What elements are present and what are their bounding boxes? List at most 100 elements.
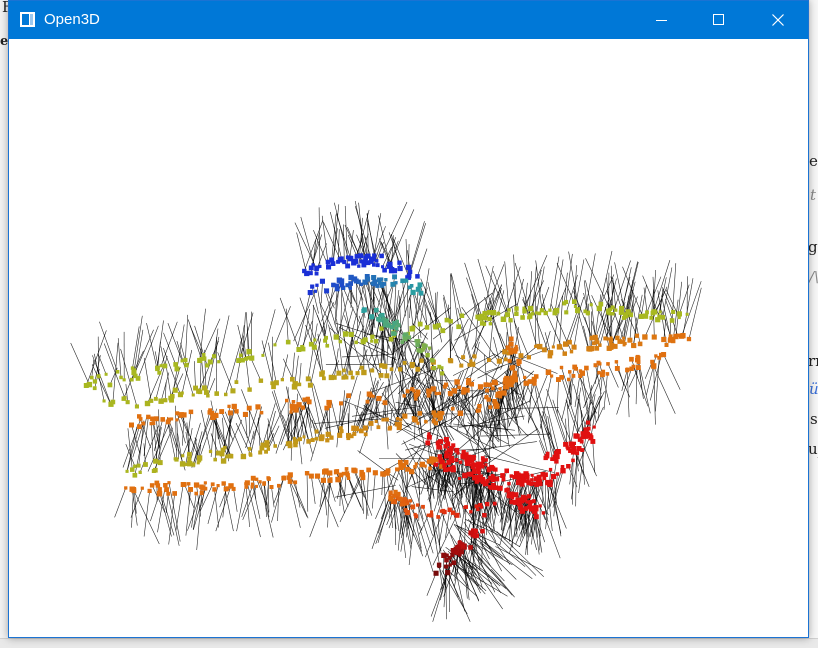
cloud-point <box>337 433 342 438</box>
cloud-point <box>315 430 319 434</box>
cloud-point <box>373 470 378 475</box>
cloud-point <box>157 491 163 497</box>
cloud-point <box>419 359 423 363</box>
window-titlebar[interactable]: Open3D <box>9 1 808 39</box>
cloud-point <box>448 448 452 452</box>
cloud-point <box>392 494 396 498</box>
cloud-point <box>448 508 452 512</box>
normal-line <box>318 243 327 267</box>
cloud-point <box>390 325 395 330</box>
cloud-point <box>571 459 575 463</box>
minimize-button[interactable] <box>633 1 691 39</box>
normal-line <box>272 487 275 507</box>
cloud-point <box>331 262 334 265</box>
cloud-point <box>158 460 163 465</box>
normal-line <box>182 350 192 393</box>
cloud-point <box>323 339 327 343</box>
cloud-point <box>455 513 460 518</box>
cloud-point <box>286 340 291 345</box>
cloud-point <box>212 487 216 491</box>
cloud-point <box>505 312 510 317</box>
cloud-point <box>456 324 461 329</box>
normal-line <box>218 352 233 391</box>
maximize-button[interactable] <box>690 1 748 39</box>
cloud-point <box>383 400 388 405</box>
cloud-point <box>586 421 590 425</box>
normal-line <box>147 323 157 367</box>
cloud-point <box>292 384 298 390</box>
window-title: Open3D <box>44 11 100 28</box>
cloud-point <box>457 385 461 389</box>
normal-line <box>308 324 317 379</box>
cloud-point <box>679 334 684 339</box>
cloud-point <box>402 414 407 419</box>
normal-line <box>654 368 675 414</box>
cloud-point <box>670 318 675 323</box>
cloud-point <box>372 253 376 257</box>
cloud-point <box>416 503 419 506</box>
cloud-point <box>143 462 148 467</box>
cloud-point <box>477 404 481 408</box>
cloud-point <box>449 563 452 566</box>
normal-line <box>340 475 363 523</box>
cloud-point <box>623 312 628 317</box>
cloud-point <box>296 347 301 352</box>
normal-line <box>517 279 524 309</box>
close-button[interactable] <box>749 1 807 39</box>
cloud-point <box>359 429 364 434</box>
cloud-point <box>599 302 604 307</box>
normal-line <box>576 453 577 507</box>
cloud-point <box>497 359 502 364</box>
cloud-point <box>479 314 483 318</box>
cloud-point <box>510 351 513 354</box>
cloud-point <box>122 396 127 401</box>
normal-line <box>71 343 90 385</box>
cloud-point <box>160 364 163 367</box>
cloud-point <box>259 480 262 483</box>
cloud-point <box>488 405 492 409</box>
cloud-point <box>448 467 453 472</box>
cloud-point <box>548 350 553 355</box>
cloud-point <box>334 334 339 339</box>
cloud-point <box>375 420 378 423</box>
cloud-point <box>652 335 657 340</box>
cloud-point <box>416 287 421 292</box>
cloud-point <box>424 420 428 424</box>
cloud-point <box>353 259 358 264</box>
cloud-point <box>194 492 198 496</box>
cloud-point <box>262 482 266 486</box>
point-cloud-render[interactable] <box>9 39 808 637</box>
normal-line <box>548 483 567 529</box>
cloud-point <box>532 499 536 503</box>
cloud-point <box>335 477 341 483</box>
cloud-point <box>325 438 329 442</box>
normal-line <box>278 486 279 521</box>
cloud-point <box>204 481 207 484</box>
cloud-point <box>418 282 423 287</box>
normal-line <box>382 474 383 495</box>
cloud-point <box>484 382 489 387</box>
cloud-point <box>524 381 529 386</box>
cloud-point <box>360 366 364 370</box>
cloud-point <box>181 391 184 394</box>
3d-viewport[interactable] <box>9 39 808 637</box>
cloud-point <box>645 310 649 314</box>
cloud-point <box>550 374 553 377</box>
cloud-point <box>158 399 163 404</box>
cloud-point <box>339 278 344 283</box>
cloud-point <box>382 268 387 273</box>
cloud-point <box>570 350 573 353</box>
cloud-point <box>339 340 343 344</box>
cloud-point <box>509 337 514 342</box>
cloud-point <box>187 457 191 461</box>
cloud-point <box>535 344 538 347</box>
cloud-point <box>315 284 318 287</box>
cloud-point <box>281 378 284 381</box>
cloud-point <box>444 558 449 563</box>
cloud-point <box>459 461 462 464</box>
cloud-point <box>243 412 248 417</box>
cloud-point <box>657 314 661 318</box>
normal-line <box>505 261 509 310</box>
cloud-point <box>197 455 202 460</box>
cloud-point <box>427 435 432 440</box>
